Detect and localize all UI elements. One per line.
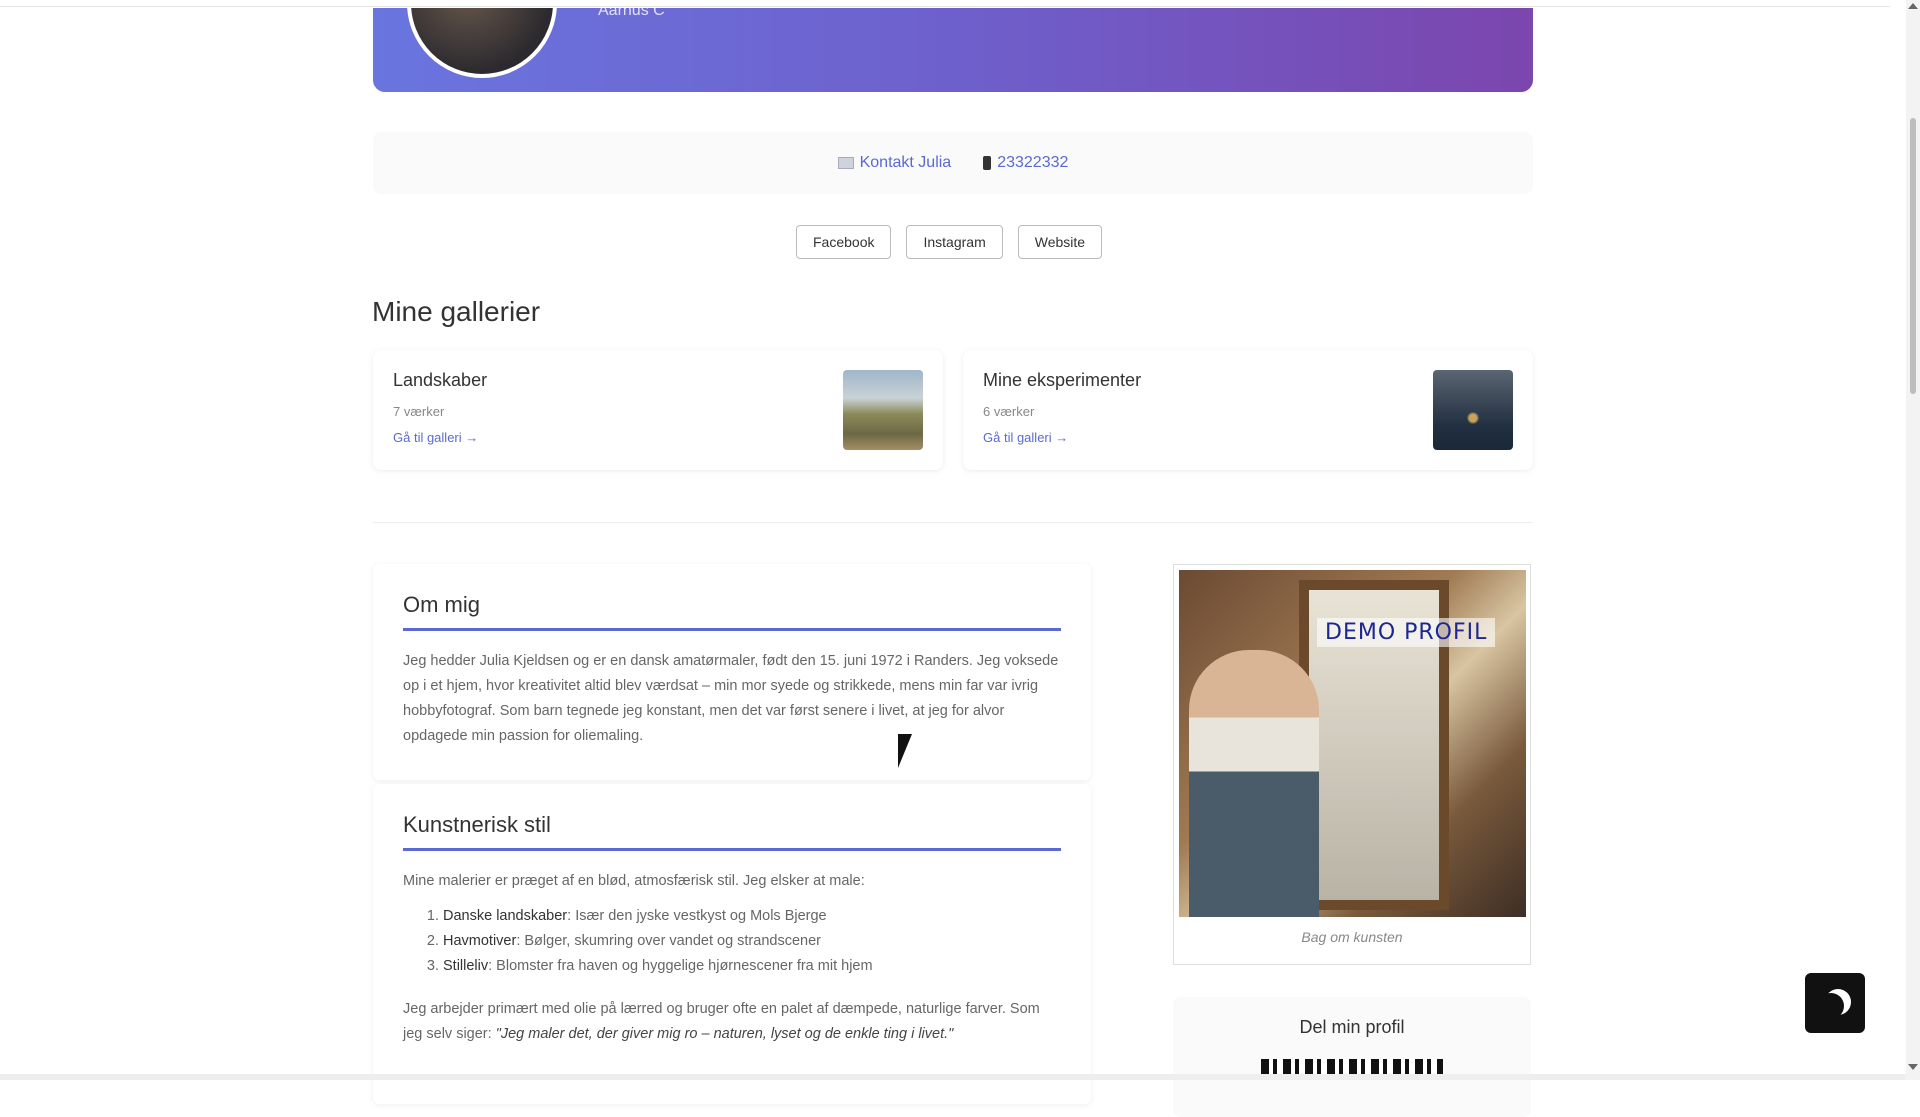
phone-number: 23322332: [997, 154, 1069, 171]
mail-icon: [837, 157, 854, 169]
style-panel: Kunstnerisk stil Mine malerier er præget…: [373, 784, 1091, 1104]
gallery-link[interactable]: Gå til galleri →: [393, 430, 478, 445]
galleries-title: Mine gallerier: [372, 296, 541, 327]
demo-profile-label: DEMO PROFIL: [1317, 618, 1496, 647]
gallery-link[interactable]: Gå til galleri →: [983, 430, 1068, 445]
gallery-count: 6 værker: [983, 404, 1035, 419]
phone-link[interactable]: 23322332: [983, 154, 1068, 172]
moon-icon: [1818, 993, 1844, 1019]
facebook-button[interactable]: Facebook: [796, 225, 892, 259]
list-item: Havmotiver: Bølger, skumring over vandet…: [443, 929, 1061, 954]
gallery-card-eksperimenter[interactable]: Mine eksperimenter 6 værker Gå til galle…: [963, 350, 1533, 470]
horizontal-scrollbar[interactable]: [0, 1074, 1906, 1080]
profile-photo-box: DEMO PROFIL Bag om kunsten: [1173, 564, 1531, 965]
gallery-count: 7 værker: [393, 404, 445, 419]
avatar: [407, 8, 557, 78]
scroll-down-icon[interactable]: [1908, 1064, 1918, 1070]
scroll-up-icon[interactable]: [1908, 3, 1918, 9]
profile-photo[interactable]: DEMO PROFIL: [1179, 570, 1526, 917]
profile-location: Aarhus C: [598, 8, 665, 19]
mouse-cursor-icon: [898, 734, 912, 768]
photo-person: [1189, 650, 1319, 917]
gallery-thumbnail[interactable]: [1433, 370, 1513, 450]
contact-label: Kontakt Julia: [859, 154, 952, 171]
top-border: [0, 6, 1890, 7]
about-text: Jeg hedder Julia Kjeldsen og er en dansk…: [403, 653, 1059, 744]
instagram-button[interactable]: Instagram: [906, 225, 1003, 259]
share-box: Del min profil: [1173, 997, 1531, 1117]
scrollbar-thumb[interactable]: [1910, 118, 1916, 394]
style-outro: Jeg arbejder primært med olie på lærred …: [403, 1001, 1040, 1042]
gallery-title: Landskaber: [393, 370, 488, 390]
profile-banner: Aarhus C: [373, 8, 1533, 92]
phone-icon: [983, 156, 992, 170]
website-button[interactable]: Website: [1017, 225, 1103, 259]
gallery-card-landskaber[interactable]: Landskaber 7 værker Gå til galleri →: [373, 350, 943, 470]
about-title: Om mig: [403, 564, 1061, 631]
style-quote: "Jeg maler det, der giver mig ro – natur…: [495, 1026, 954, 1042]
divider: [373, 522, 1533, 523]
scrollbar[interactable]: [1906, 0, 1920, 1080]
contact-link[interactable]: Kontakt Julia: [837, 154, 952, 172]
about-panel: Om mig Jeg hedder Julia Kjeldsen og er e…: [373, 564, 1091, 780]
social-links: Facebook Instagram Website: [796, 225, 1103, 259]
dark-mode-toggle[interactable]: [1805, 973, 1865, 1033]
photo-caption: Bag om kunsten: [1301, 929, 1403, 945]
style-list: Danske landskaber: Især den jyske vestky…: [403, 904, 1061, 979]
list-item: Danske landskaber: Især den jyske vestky…: [443, 904, 1061, 929]
gallery-thumbnail[interactable]: [843, 370, 923, 450]
style-intro: Mine malerier er præget af en blød, atmo…: [403, 873, 865, 889]
gallery-title: Mine eksperimenter: [983, 370, 1142, 390]
style-title: Kunstnerisk stil: [403, 784, 1061, 851]
share-title: Del min profil: [1299, 1017, 1405, 1037]
contact-bar: Kontakt Julia 23322332: [373, 132, 1533, 194]
list-item: Stilleliv: Blomster fra haven og hyggeli…: [443, 954, 1061, 979]
